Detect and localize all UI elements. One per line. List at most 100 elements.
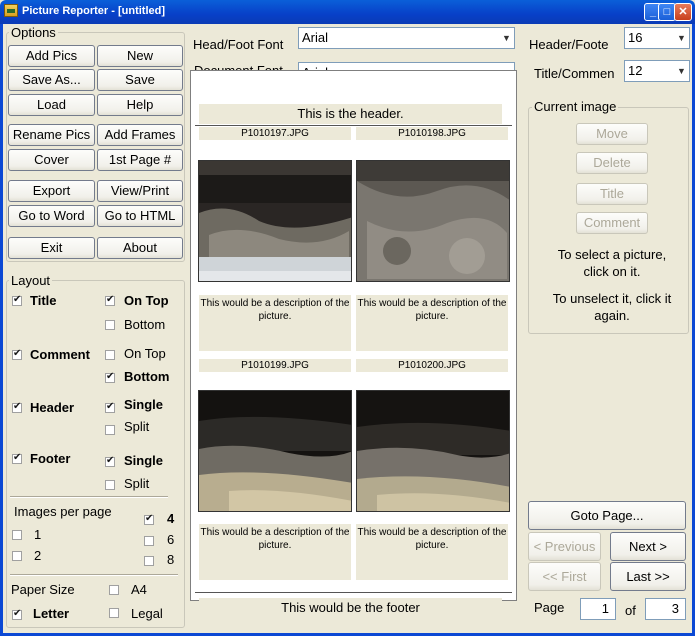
picture-description: This would be a description of the pictu… [356, 295, 508, 351]
title-on-top-label: On Top [124, 293, 169, 308]
load-button[interactable]: Load [8, 94, 95, 116]
images-per-page-8-radio[interactable] [144, 556, 154, 566]
title-checkbox[interactable] [12, 294, 22, 306]
header-split-label: Split [124, 419, 150, 434]
footer-split-label: Split [124, 476, 150, 491]
head-foot-font-value: Arial [302, 30, 329, 45]
unselect-hint: To unselect it, click it again. [552, 291, 672, 323]
delete-button[interactable]: Delete [576, 152, 648, 174]
title-bottom-label: Bottom [124, 317, 166, 332]
picture-thumbnail[interactable] [356, 390, 510, 512]
current-page-field[interactable]: 1 [580, 598, 616, 620]
header-rule [195, 125, 512, 126]
paper-size-label: Paper Size [11, 582, 75, 597]
goto-page-button[interactable]: Goto Page... [528, 501, 686, 530]
head-foot-font-label: Head/Foot Font [193, 37, 284, 52]
title-on-top-checkbox[interactable] [105, 294, 115, 306]
go-to-word-button[interactable]: Go to Word [8, 205, 95, 227]
title-bottom-checkbox[interactable] [105, 320, 115, 330]
header-split-checkbox[interactable] [105, 425, 115, 435]
save-as-button[interactable]: Save As... [8, 69, 95, 91]
chevron-down-icon[interactable]: ▼ [674, 62, 688, 80]
export-button[interactable]: Export [8, 180, 95, 202]
exit-button[interactable]: Exit [8, 237, 95, 259]
first-page-button[interactable]: << First [528, 562, 601, 591]
header-footer-size-label: Header/Foote [529, 37, 609, 52]
close-button[interactable]: ✕ [674, 3, 692, 21]
images-per-page-1-label: 1 [34, 527, 42, 542]
view-print-button[interactable]: View/Print [97, 180, 183, 202]
first-page-number-button[interactable]: 1st Page # [97, 149, 183, 171]
help-button[interactable]: Help [97, 94, 183, 116]
chevron-down-icon[interactable]: ▼ [499, 29, 513, 47]
previous-page-button[interactable]: < Previous [528, 532, 601, 561]
layout-separator [10, 496, 168, 498]
of-label: of [625, 603, 636, 618]
last-page-button[interactable]: Last >> [610, 562, 686, 591]
paper-legal-label: Legal [131, 606, 163, 621]
preview-header: This is the header. [199, 104, 502, 124]
app-icon [4, 4, 18, 17]
images-per-page-1-radio[interactable] [12, 530, 22, 540]
go-to-html-button[interactable]: Go to HTML [97, 205, 183, 227]
title-button[interactable]: Title [576, 183, 648, 205]
comment-checkbox[interactable] [12, 348, 22, 360]
picture-thumbnail[interactable] [198, 390, 352, 512]
add-frames-button[interactable]: Add Frames [97, 124, 183, 146]
title-comment-size-value: 12 [628, 63, 643, 78]
images-per-page-label: Images per page [14, 504, 112, 519]
picture-description: This would be a description of the pictu… [356, 524, 508, 580]
images-per-page-4-label: 4 [167, 511, 175, 526]
header-footer-size-value: 16 [628, 30, 643, 45]
picture-filename: P1010198.JPG [356, 127, 508, 140]
window-title: Picture Reporter - [untitled] [22, 5, 166, 17]
head-foot-font-select[interactable]: Arial ▼ [298, 27, 515, 49]
preview-footer: This would be the footer [199, 598, 502, 618]
title-comment-size-select[interactable]: 12 ▼ [624, 60, 690, 82]
footer-split-checkbox[interactable] [105, 480, 115, 490]
header-footer-size-select[interactable]: 16 ▼ [624, 27, 690, 49]
header-single-checkbox[interactable] [105, 401, 115, 413]
picture-thumbnail[interactable] [198, 160, 352, 282]
about-button[interactable]: About [97, 237, 183, 259]
title-bar: Picture Reporter - [untitled] _ □ ✕ [0, 0, 695, 24]
header-checkbox[interactable] [12, 401, 22, 413]
options-label: Options [9, 25, 58, 40]
rename-pics-button[interactable]: Rename Pics [8, 124, 95, 146]
paper-letter-radio[interactable] [12, 608, 22, 620]
footer-option-label: Footer [30, 451, 71, 466]
images-per-page-2-label: 2 [34, 548, 42, 563]
images-per-page-4-radio[interactable] [144, 513, 154, 525]
paper-a4-radio[interactable] [109, 585, 119, 595]
total-pages-field: 3 [645, 598, 686, 620]
move-button[interactable]: Move [576, 123, 648, 145]
title-comment-size-label: Title/Commen [534, 66, 615, 81]
picture-description: This would be a description of the pictu… [199, 524, 351, 580]
paper-separator [10, 574, 178, 576]
new-button[interactable]: New [97, 45, 183, 67]
footer-checkbox[interactable] [12, 452, 22, 464]
picture-description: This would be a description of the pictu… [199, 295, 351, 351]
header-single-label: Single [124, 397, 164, 412]
picture-filename: P1010199.JPG [199, 359, 351, 372]
chevron-down-icon[interactable]: ▼ [674, 29, 688, 47]
images-per-page-6-radio[interactable] [144, 536, 154, 546]
picture-thumbnail[interactable] [356, 160, 510, 282]
page-preview[interactable]: This is the header. P1010197.JPG P101019… [190, 70, 517, 618]
footer-rule [195, 592, 512, 593]
paper-letter-label: Letter [33, 606, 70, 621]
header-option-label: Header [30, 400, 75, 415]
layout-label: Layout [9, 273, 53, 288]
save-button[interactable]: Save [97, 69, 183, 91]
paper-legal-radio[interactable] [109, 608, 119, 618]
next-page-button[interactable]: Next > [610, 532, 686, 561]
comment-bottom-checkbox[interactable] [105, 371, 115, 383]
footer-single-checkbox[interactable] [105, 455, 115, 467]
cover-button[interactable]: Cover [8, 149, 95, 171]
comment-on-top-checkbox[interactable] [105, 350, 115, 360]
select-hint: To select a picture, click on it. [557, 247, 667, 279]
comment-button[interactable]: Comment [576, 212, 648, 234]
add-pics-button[interactable]: Add Pics [8, 45, 95, 67]
images-per-page-8-label: 8 [167, 552, 175, 567]
images-per-page-2-radio[interactable] [12, 551, 22, 561]
